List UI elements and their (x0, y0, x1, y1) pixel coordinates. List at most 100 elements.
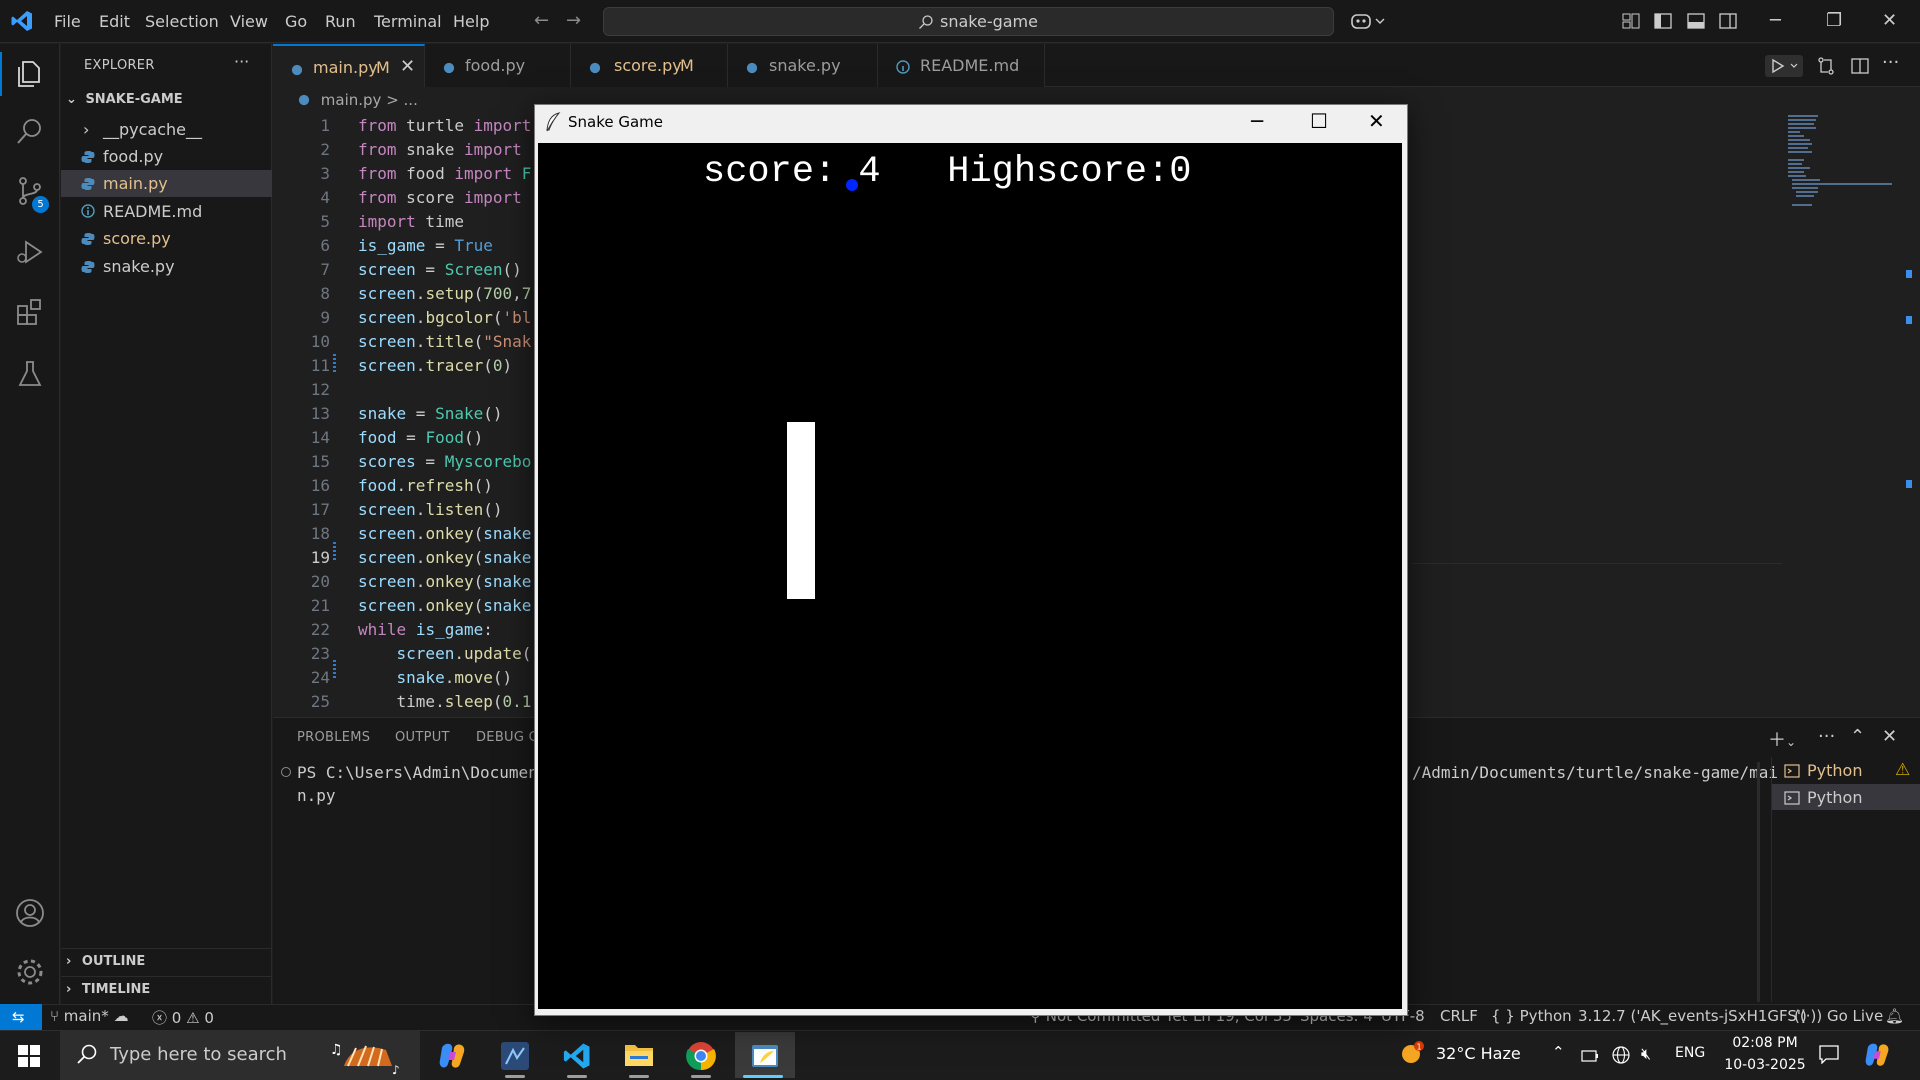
game-close-icon[interactable]: ✕ (1368, 109, 1385, 133)
tree-item-score[interactable]: score.py M (61, 225, 311, 252)
code-line[interactable]: screen.title("Snak (358, 332, 531, 351)
extensions-icon[interactable] (14, 296, 46, 332)
tree-item-snake[interactable]: snake.py (61, 253, 272, 280)
menu-go[interactable]: Go (285, 12, 307, 31)
settings-gear-icon[interactable] (14, 956, 46, 992)
code-line[interactable]: snake.move() (358, 668, 513, 687)
minimize-icon[interactable]: ─ (1770, 10, 1781, 31)
code-line[interactable]: screen.setup(700,7 (358, 284, 531, 303)
code-line[interactable]: food.refresh() (358, 476, 493, 495)
snake-game-window[interactable]: Snake Game ─ ☐ ✕ score: 4 Highscore:0 (534, 104, 1408, 1016)
copilot-icon[interactable] (1349, 10, 1387, 32)
forward-arrow-icon[interactable]: → (566, 10, 581, 31)
timeline-section[interactable]: › TIMELINE (66, 982, 150, 997)
customize-layout-icon[interactable] (1622, 12, 1640, 34)
code-line[interactable]: screen = Screen() (358, 260, 522, 279)
panel-tab-debug-console[interactable]: DEBUG C (476, 730, 538, 745)
game-maximize-icon[interactable]: ☐ (1310, 109, 1328, 133)
run-python-icon[interactable] (1765, 55, 1803, 81)
game-minimize-icon[interactable]: ─ (1251, 109, 1263, 133)
taskbar-search-box[interactable]: Type here to search ♫ ♪ (60, 1030, 420, 1080)
windows-start-icon[interactable] (18, 1045, 40, 1071)
outline-section[interactable]: › OUTLINE (66, 954, 145, 969)
show-hidden-icons-chevron-icon[interactable]: ⌃ (1552, 1043, 1565, 1061)
editor-more-icon[interactable]: ··· (1882, 52, 1899, 73)
code-line[interactable]: is_game = True (358, 236, 493, 255)
tab-score-py[interactable]: score.py M (571, 44, 728, 87)
branch-indicator[interactable]: ⑂ main* ☁ (50, 1007, 129, 1025)
taskbar-app-chrome[interactable] (673, 1032, 729, 1078)
terminal-item-python[interactable]: Python ⚠ (1772, 757, 1920, 783)
code-line[interactable]: from snake import (358, 140, 522, 159)
more-actions-icon[interactable]: ··· (234, 52, 249, 71)
code-line[interactable]: screen.onkey(snake (358, 572, 531, 591)
new-terminal-icon[interactable]: ＋⌄ (1768, 726, 1796, 752)
maximize-panel-icon[interactable]: ⌃ (1850, 726, 1865, 747)
folder-header[interactable]: ⌄ SNAKE-GAME (66, 92, 183, 107)
taskbar-app-ide[interactable] (487, 1032, 543, 1078)
taskbar-app-copilot[interactable] (425, 1032, 481, 1078)
menu-file[interactable]: File (54, 12, 81, 31)
close-tab-icon[interactable]: ✕ (400, 56, 415, 77)
tab-readme[interactable]: README.md (878, 44, 1045, 87)
toggle-sidebar-icon[interactable] (1654, 12, 1672, 34)
taskbar-app-python[interactable] (735, 1032, 795, 1078)
taskbar-app-file-explorer[interactable] (611, 1032, 667, 1078)
problems-indicator[interactable]: ⓧ 0 ⚠ 0 (152, 1007, 214, 1028)
code-line[interactable]: screen.update( (358, 644, 532, 663)
panel-tab-problems[interactable]: PROBLEMS (297, 730, 370, 745)
notification-center-icon[interactable] (1818, 1044, 1840, 1068)
code-line[interactable]: screen.onkey(snake (358, 524, 531, 543)
search-icon[interactable] (14, 116, 46, 152)
go-live-button[interactable]: ((·)) Go Live (1794, 1007, 1883, 1025)
code-line[interactable]: food = Food() (358, 428, 483, 447)
code-line[interactable]: scores = Myscorebo (358, 452, 531, 471)
split-editor-icon[interactable] (1850, 56, 1870, 80)
battery-icon[interactable] (1581, 1048, 1599, 1066)
input-language[interactable]: ENG (1675, 1045, 1705, 1061)
tree-item-pycache[interactable]: › __pycache__ (61, 116, 309, 143)
language-mode[interactable]: { } Python (1491, 1007, 1572, 1025)
notifications-bell-icon[interactable]: 🔔︎ (1885, 1007, 1904, 1025)
panel-tab-output[interactable]: OUTPUT (395, 730, 450, 745)
testing-icon[interactable] (14, 358, 46, 394)
terminal-scrollbar[interactable] (1757, 762, 1760, 1002)
explorer-icon[interactable] (14, 58, 46, 94)
weather-icon[interactable]: 1 (1397, 1040, 1427, 1072)
menu-terminal[interactable]: Terminal (374, 12, 442, 31)
end-of-line[interactable]: CRLF (1440, 1007, 1478, 1025)
code-line[interactable]: screen.tracer(0) (358, 356, 512, 375)
taskbar-app-vscode[interactable] (549, 1032, 605, 1078)
code-line[interactable]: from turtle import (358, 116, 531, 135)
clock-time[interactable]: 02:08 PM (1727, 1035, 1803, 1051)
command-center[interactable]: snake-game (603, 7, 1334, 36)
network-globe-icon[interactable] (1611, 1045, 1631, 1069)
menu-help[interactable]: Help (453, 12, 489, 31)
code-line[interactable]: screen.onkey(snake (358, 548, 531, 567)
panel-more-icon[interactable]: ··· (1818, 726, 1835, 747)
volume-muted-icon[interactable]: 🔇︎ (1641, 1044, 1651, 1064)
tab-food-py[interactable]: food.py (425, 44, 571, 87)
code-line[interactable]: snake = Snake() (358, 404, 503, 423)
restore-icon[interactable]: ❐ (1826, 10, 1842, 31)
remote-indicator[interactable]: ⇆ (0, 1004, 42, 1030)
tab-snake-py[interactable]: snake.py (728, 44, 878, 87)
code-line[interactable]: screen.listen() (358, 500, 503, 519)
tree-item-readme[interactable]: README.md (61, 198, 272, 225)
toggle-secondary-sidebar-icon[interactable] (1719, 12, 1737, 34)
close-window-icon[interactable]: ✕ (1882, 10, 1897, 31)
code-line[interactable]: from score import (358, 188, 522, 207)
tree-item-food[interactable]: food.py (61, 143, 272, 170)
weather-text[interactable]: 32°C Haze (1436, 1044, 1521, 1063)
close-panel-icon[interactable]: ✕ (1882, 726, 1897, 747)
run-debug-icon[interactable] (14, 236, 46, 272)
back-arrow-icon[interactable]: ← (534, 10, 549, 31)
account-icon[interactable] (14, 897, 46, 933)
code-line[interactable]: import time (358, 212, 464, 231)
code-line[interactable]: from food import F (358, 164, 531, 183)
menu-edit[interactable]: Edit (99, 12, 130, 31)
compare-changes-icon[interactable] (1816, 56, 1836, 80)
minimap[interactable] (1788, 112, 1898, 212)
menu-view[interactable]: View (230, 12, 268, 31)
menu-selection[interactable]: Selection (145, 12, 219, 31)
